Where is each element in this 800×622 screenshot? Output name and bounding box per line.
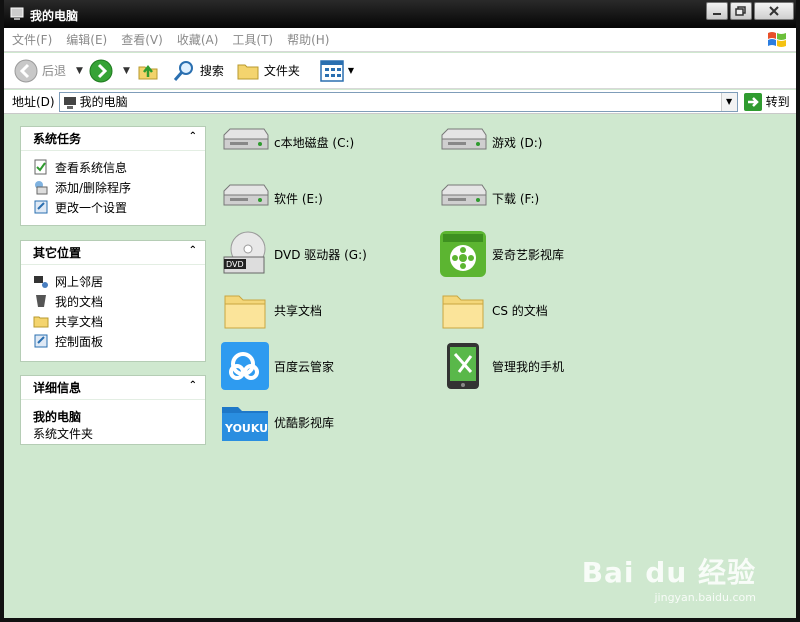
- hard-drive-icon: [223, 128, 269, 150]
- details-panel: 详细信息 ⌃ 我的电脑 系统文件夹: [20, 375, 206, 445]
- other-places-panel: 其它位置 ⌃ 网上邻居 我的文档 共享文档 控制面板: [20, 240, 206, 362]
- task-view-system-info[interactable]: 查看系统信息: [33, 157, 205, 177]
- details-description: 系统文件夹: [33, 427, 94, 441]
- hard-drive-icon: [441, 184, 487, 206]
- system-tasks-panel: 系统任务 ⌃ 查看系统信息 添加/删除程序 更改一个设置: [20, 126, 206, 226]
- control-panel-icon: [34, 200, 48, 214]
- menu-view[interactable]: 查看(V): [121, 31, 163, 48]
- back-arrow-icon: [14, 59, 38, 82]
- place-network[interactable]: 网上邻居: [33, 271, 205, 291]
- forward-arrow-icon: [89, 59, 113, 82]
- address-bar: 地址(D) 我的电脑 ▼ 转到: [4, 90, 796, 114]
- baidu-cloud-icon: [221, 342, 269, 390]
- task-change-setting[interactable]: 更改一个设置: [33, 197, 205, 217]
- dvd-drive-icon: DVD: [223, 231, 266, 274]
- menu-bar: 文件(F) 编辑(E) 查看(V) 收藏(A) 工具(T) 帮助(H): [4, 28, 796, 52]
- drive-f[interactable]: 下载 (F:): [438, 173, 539, 223]
- title-bar[interactable]: 我的电脑: [4, 0, 796, 28]
- my-documents-icon: [36, 295, 46, 307]
- content-area: c本地磁盘 (C:) 游戏 (D:) 软件 (E:) 下载 (F:) DVD D…: [214, 116, 794, 616]
- hard-drive-icon: [441, 128, 487, 150]
- maximize-button[interactable]: [730, 2, 752, 20]
- close-icon: [769, 6, 779, 16]
- drive-e[interactable]: 软件 (E:): [220, 173, 323, 223]
- search-icon: [173, 60, 193, 81]
- address-input[interactable]: 我的电脑 ▼: [58, 91, 738, 112]
- toolbar: 后退 ▼ ▼ 搜索 文件夹 ▼: [4, 53, 796, 89]
- control-panel-icon: [34, 334, 48, 348]
- forward-dropdown-icon[interactable]: ▼: [123, 66, 130, 76]
- menu-help[interactable]: 帮助(H): [287, 31, 329, 48]
- menu-favorites[interactable]: 收藏(A): [177, 31, 219, 48]
- back-button[interactable]: 后退: [14, 57, 66, 85]
- menu-tools[interactable]: 工具(T): [232, 31, 273, 48]
- youku-logo-text: YOUKU: [224, 422, 268, 435]
- folder-icon: [33, 316, 49, 328]
- svg-text:DVD: DVD: [226, 260, 244, 269]
- watermark: Bai du 经验 jingyan.baidu.com: [581, 556, 756, 604]
- folder-icon: [442, 295, 484, 329]
- phone-manager-icon: [447, 343, 479, 389]
- iqiyi-library[interactable]: 爱奇艺影视库: [438, 229, 564, 279]
- place-my-documents[interactable]: 我的文档: [33, 291, 205, 311]
- other-places-header[interactable]: 其它位置 ⌃: [21, 241, 205, 265]
- explorer-window: 我的电脑 文件(F) 编辑(E) 查看(V) 收藏(A) 工具(T) 帮助(H): [0, 0, 800, 622]
- details-name: 我的电脑: [33, 410, 82, 424]
- address-dropdown-button[interactable]: ▼: [720, 92, 737, 111]
- menu-file[interactable]: 文件(F): [12, 31, 52, 48]
- baidu-cloud[interactable]: 百度云管家: [220, 341, 334, 391]
- youku-library[interactable]: YOUKU 优酷影视库: [220, 397, 334, 447]
- address-label: 地址(D): [12, 95, 55, 109]
- place-control-panel[interactable]: 控制面板: [33, 331, 205, 351]
- drive-d[interactable]: 游戏 (D:): [438, 117, 542, 167]
- up-folder-icon: [138, 64, 158, 79]
- drive-g-dvd[interactable]: DVD DVD 驱动器 (G:): [220, 229, 367, 279]
- restore-icon: [735, 6, 746, 16]
- add-remove-programs-icon: [35, 181, 48, 195]
- hard-drive-icon: [223, 184, 269, 206]
- window-title: 我的电脑: [30, 9, 79, 23]
- minimize-button[interactable]: [706, 2, 728, 20]
- minimize-icon: [713, 13, 721, 15]
- go-arrow-icon: [743, 92, 762, 111]
- up-folder-button[interactable]: [136, 57, 160, 85]
- details-header[interactable]: 详细信息 ⌃: [21, 376, 205, 400]
- drive-c[interactable]: c本地磁盘 (C:): [220, 117, 354, 167]
- cs-documents[interactable]: CS 的文档: [438, 285, 548, 335]
- task-add-remove-programs[interactable]: 添加/删除程序: [33, 177, 205, 197]
- system-tasks-header[interactable]: 系统任务 ⌃: [21, 127, 205, 151]
- collapse-icon[interactable]: ⌃: [189, 380, 197, 391]
- folders-button[interactable]: 文件夹: [236, 57, 300, 85]
- place-shared-documents[interactable]: 共享文档: [33, 311, 205, 331]
- go-button[interactable]: 转到: [743, 92, 790, 111]
- phone-manager[interactable]: 管理我的手机: [438, 341, 564, 391]
- network-places-icon: [34, 276, 48, 288]
- search-button[interactable]: 搜索: [172, 57, 224, 85]
- iqiyi-icon: [440, 231, 486, 277]
- address-value: 我的电脑: [79, 95, 128, 109]
- views-dropdown-icon: ▼: [347, 66, 355, 75]
- system-info-icon: [34, 159, 47, 175]
- back-dropdown-icon[interactable]: ▼: [76, 66, 83, 76]
- menu-edit[interactable]: 编辑(E): [66, 31, 107, 48]
- youku-icon: YOUKU: [222, 407, 268, 441]
- computer-icon: [63, 96, 76, 109]
- views-icon: [320, 59, 344, 82]
- folder-icon: [237, 64, 259, 79]
- close-button[interactable]: [754, 2, 794, 20]
- computer-icon: [10, 7, 24, 20]
- windows-logo-icon: [768, 32, 786, 47]
- shared-documents[interactable]: 共享文档: [220, 285, 322, 335]
- folder-icon: [224, 295, 266, 329]
- collapse-icon[interactable]: ⌃: [189, 131, 197, 142]
- forward-button[interactable]: [89, 57, 113, 85]
- views-button[interactable]: ▼: [320, 57, 354, 85]
- collapse-icon[interactable]: ⌃: [189, 245, 197, 256]
